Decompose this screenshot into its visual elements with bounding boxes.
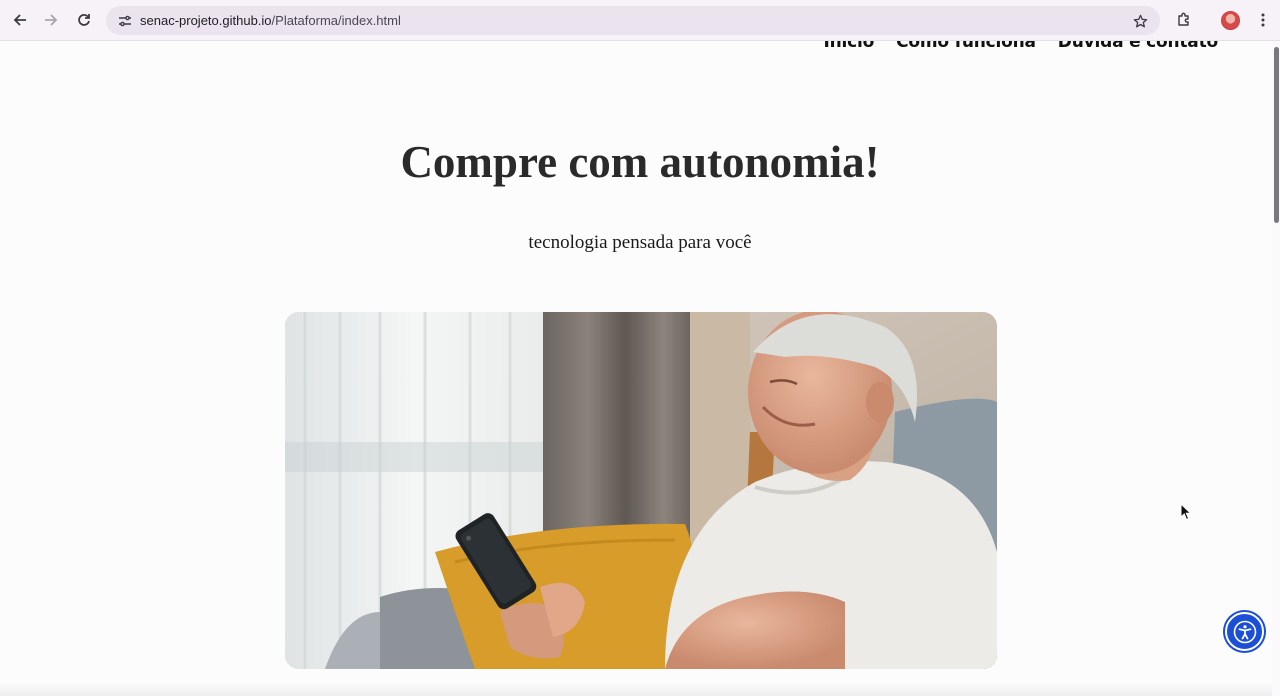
hero-subtitle: tecnologia pensada para você <box>528 232 752 253</box>
tune-icon <box>118 15 131 26</box>
star-icon <box>1133 14 1147 27</box>
scrollbar-thumb[interactable] <box>1274 47 1279 223</box>
reload-button[interactable] <box>72 8 96 32</box>
site-nav: Início Como funciona Dúvida e contato <box>824 41 1219 52</box>
back-button[interactable] <box>8 8 32 32</box>
address-bar[interactable]: senac-projeto.github.io/Plataforma/index… <box>106 6 1160 35</box>
url-text[interactable]: senac-projeto.github.io/Plataforma/index… <box>140 13 401 28</box>
hero-image <box>285 312 997 669</box>
nav-link-duvida-contato[interactable]: Dúvida e contato <box>1058 41 1218 52</box>
page-bottom-shadow <box>0 682 1272 696</box>
url-host: senac-projeto.github.io <box>140 13 272 28</box>
accessibility-button[interactable] <box>1225 612 1264 651</box>
browser-menu-button[interactable] <box>1251 8 1275 32</box>
mouse-cursor-icon <box>1180 503 1192 521</box>
nav-link-inicio[interactable]: Início <box>824 41 875 52</box>
page-content: Início Como funciona Dúvida e contato Co… <box>0 41 1272 696</box>
kebab-menu-icon <box>1261 13 1265 27</box>
arrow-left-icon <box>13 14 26 26</box>
url-path: /Plataforma/index.html <box>271 13 401 28</box>
arrow-right-icon <box>45 14 58 26</box>
page-scrollbar[interactable] <box>1272 41 1280 696</box>
extensions-button[interactable] <box>1172 8 1196 32</box>
puzzle-icon <box>1178 12 1189 26</box>
reload-icon <box>78 14 90 26</box>
profile-avatar[interactable] <box>1221 11 1240 30</box>
site-info-button[interactable] <box>114 10 135 31</box>
nav-link-como-funciona[interactable]: Como funciona <box>896 41 1036 52</box>
hero-title: Compre com autonomia! <box>400 137 880 187</box>
accessibility-icon <box>1233 620 1256 643</box>
bookmark-button[interactable] <box>1130 11 1150 31</box>
browser-toolbar: senac-projeto.github.io/Plataforma/index… <box>0 0 1280 41</box>
forward-button[interactable] <box>39 8 63 32</box>
